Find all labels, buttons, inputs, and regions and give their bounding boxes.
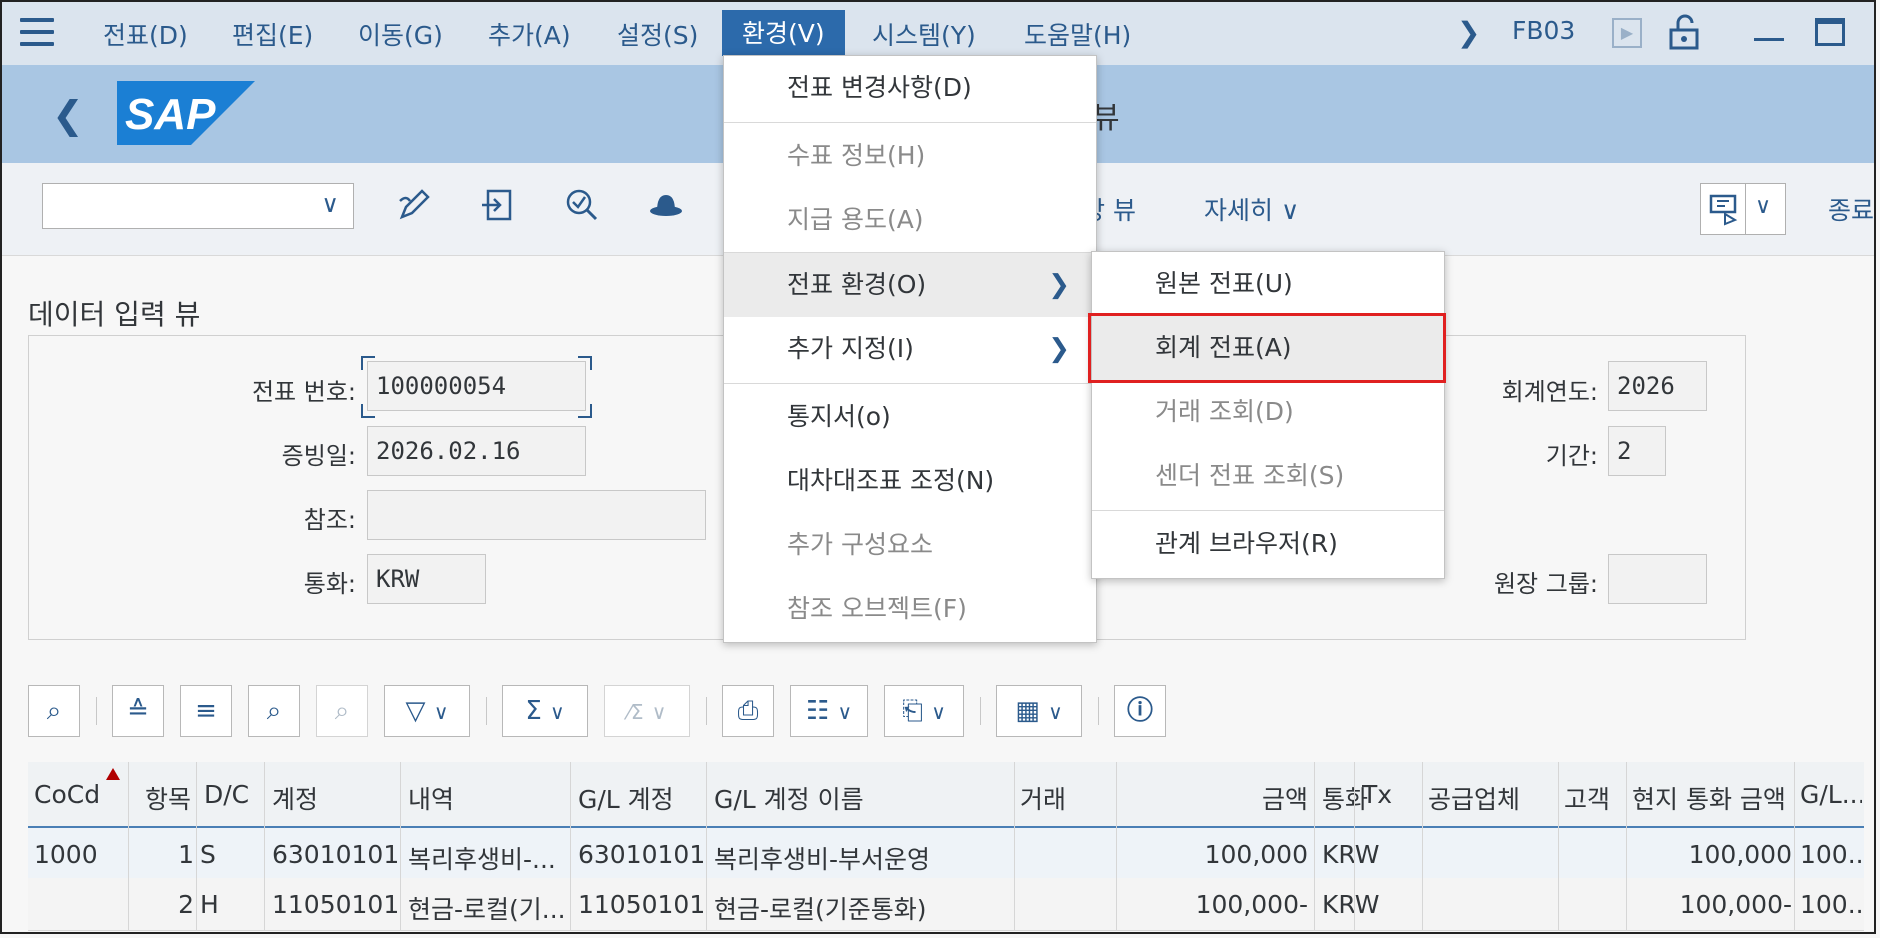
screen-border: [0, 0, 1876, 934]
